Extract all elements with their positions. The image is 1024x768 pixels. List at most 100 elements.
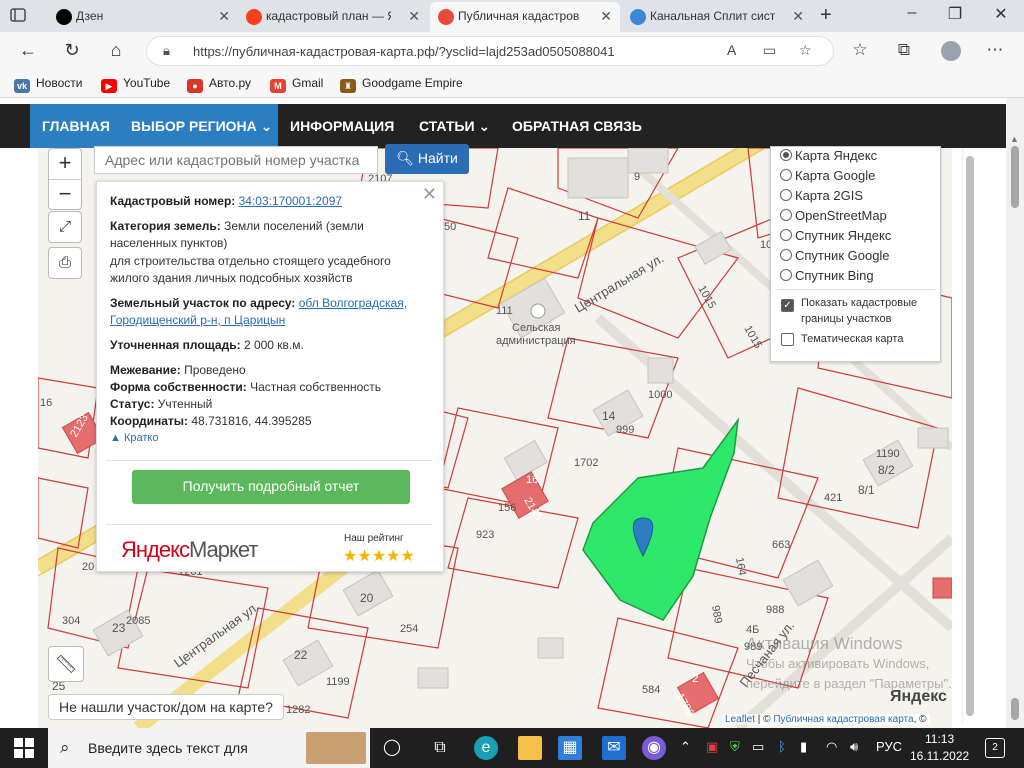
fullscreen-icon[interactable]: ⤢ (48, 211, 82, 243)
input-language[interactable]: РУС (876, 739, 902, 754)
svg-text:1000: 1000 (648, 389, 672, 401)
back-icon[interactable]: ← (16, 40, 40, 61)
security-icon[interactable]: ⛨ (730, 739, 740, 755)
layer-osm[interactable]: OpenStreetMap (780, 208, 887, 223)
tab-cadastral-map[interactable]: Публичная кадастров ✕ (430, 2, 620, 32)
cadastral-borders-label[interactable]: Показать кадастровые границы участков (801, 295, 936, 327)
radio-icon[interactable] (780, 229, 792, 241)
mail-icon[interactable]: ✉ (602, 736, 626, 760)
nav-info[interactable]: ИНФОРМАЦИЯ (290, 118, 394, 134)
close-tab-icon[interactable]: ✕ (600, 2, 612, 30)
tray-chevron-icon[interactable]: ⌃ (680, 739, 691, 755)
minimize-icon[interactable]: – (897, 4, 927, 22)
taskbar-search[interactable]: ⌕ Введите здесь текст для (48, 728, 370, 768)
layer-google-satellite[interactable]: Спутник Google (780, 248, 890, 263)
checkbox-checked-icon[interactable]: ✓ (781, 299, 794, 312)
zoom-in-button[interactable]: + (49, 149, 81, 179)
tab-yandex-search[interactable]: кадастровый план — Я ✕ (238, 2, 428, 32)
favorites-icon[interactable]: ☆ (849, 40, 871, 60)
thematic-map-label[interactable]: Тематическая карта (801, 331, 936, 347)
attribution-site-link[interactable]: Публичная кадастровая карта (773, 714, 913, 725)
collections-icon[interactable]: ⧉ (893, 40, 915, 60)
volume-icon[interactable]: 🔊︎ (850, 739, 858, 755)
layer-yandex-map[interactable]: Карта Яндекс (780, 148, 877, 163)
leaflet-link[interactable]: Leaflet (725, 714, 755, 725)
search-input[interactable] (105, 152, 367, 168)
layer-bing-satellite[interactable]: Спутник Bing (780, 268, 874, 283)
not-found-button[interactable]: Не нашли участок/дом на карте? (48, 694, 284, 720)
close-tab-icon[interactable]: ✕ (792, 2, 804, 30)
yandex-map-logo: Яндекс (890, 688, 947, 705)
radio-selected-icon[interactable] (780, 149, 792, 161)
store-icon[interactable]: ▦ (558, 736, 582, 760)
bookmark-goodgame[interactable]: ♜ Goodgame Empire (340, 76, 463, 93)
task-view-icon[interactable]: ⧉ (428, 736, 452, 760)
bookmark-gmail[interactable]: M Gmail (270, 76, 323, 93)
radio-icon[interactable] (780, 189, 792, 201)
radio-icon[interactable] (780, 169, 792, 181)
bookmark-news[interactable]: vk Новости (14, 76, 82, 93)
address-bar[interactable]: 🔒︎ https://публичная-кадастровая-карта.р… (146, 36, 834, 66)
nav-region[interactable]: ВЫБОР РЕГИОНА ⌄ (131, 118, 272, 135)
zoom-out-button[interactable]: − (49, 179, 81, 209)
tab-actions-icon[interactable] (10, 7, 26, 23)
windows-start-icon[interactable] (14, 738, 34, 758)
print-icon[interactable]: ⎙ (48, 247, 82, 279)
radio-icon[interactable] (780, 249, 792, 261)
svg-text:8/2: 8/2 (878, 463, 895, 477)
file-explorer-icon[interactable] (518, 736, 542, 760)
tab-split-system[interactable]: Канальная Сплит систе ✕ (622, 2, 812, 32)
cortana-icon[interactable]: ◯ (380, 736, 404, 760)
ruler-icon[interactable]: 📏︎ (48, 646, 84, 682)
notifications-icon[interactable]: 2 (985, 738, 1005, 758)
close-tab-icon[interactable]: ✕ (218, 2, 230, 30)
map-scrollbar-thumb[interactable] (966, 156, 974, 716)
layer-yandex-satellite[interactable]: Спутник Яндекс (780, 228, 891, 243)
land-category-row: Категория земель: Земли поселений (земли… (110, 219, 364, 250)
coordinates-row: Координаты: 48.731816, 44.395285 (110, 414, 312, 428)
bookmark-autoru[interactable]: ● Авто.ру (187, 76, 251, 93)
radio-icon[interactable] (780, 209, 792, 221)
game-app-icon[interactable]: ◉ (642, 736, 666, 760)
cadastral-number-link[interactable]: 34:03:170001:2097 (239, 194, 342, 208)
edge-icon[interactable]: e (474, 736, 498, 760)
read-aloud-icon[interactable]: A (727, 42, 736, 58)
map-scrollbar[interactable] (962, 148, 976, 723)
nav-feedback[interactable]: ОБРАТНАЯ СВЯЗЬ (512, 118, 642, 134)
taskbar-clock[interactable]: 11:13 16.11.2022 (910, 731, 969, 765)
tray-app-icon[interactable]: ▣ (706, 739, 718, 755)
home-icon[interactable]: ⌂ (104, 40, 128, 61)
page-scrollbar-thumb-lower[interactable] (1011, 698, 1019, 720)
scroll-up-icon[interactable]: ▲ (1010, 134, 1019, 144)
close-window-icon[interactable]: ✕ (986, 4, 1016, 24)
get-report-button[interactable]: Получить подробный отчет (132, 470, 410, 504)
address-url[interactable]: https://публичная-кадастровая-карта.рф/?… (193, 44, 615, 59)
add-favorite-icon[interactable]: ☆ (799, 42, 812, 59)
page-scrollbar[interactable]: ▲ (1006, 98, 1024, 728)
tab-dzen[interactable]: Дзен ✕ (48, 2, 238, 32)
nav-articles[interactable]: СТАТЬИ ⌄ (419, 118, 490, 135)
refresh-icon[interactable]: ↻ (60, 40, 84, 61)
battery-icon[interactable]: ▮ (800, 739, 807, 755)
app-available-icon[interactable]: ▭ (763, 42, 776, 59)
collapse-toggle[interactable]: ▲ Кратко (110, 432, 158, 444)
yandex-market-logo[interactable]: ЯндексМаркет (121, 537, 258, 563)
restore-icon[interactable]: ❐ (940, 4, 970, 24)
wifi-icon[interactable]: ◠ (826, 739, 837, 755)
bookmark-youtube[interactable]: ▶ YouTube (101, 76, 170, 93)
nav-main[interactable]: ГЛАВНАЯ (42, 118, 110, 134)
gmail-icon: M (270, 79, 286, 93)
page-scrollbar-thumb[interactable] (1011, 146, 1019, 208)
tray-device-icon[interactable]: ▭ (752, 739, 764, 755)
checkbox-icon[interactable] (781, 333, 794, 346)
radio-icon[interactable] (780, 269, 792, 281)
find-button[interactable]: 🔍︎ Найти (385, 144, 469, 174)
layer-2gis-map[interactable]: Карта 2GIS (780, 188, 863, 203)
lock-icon[interactable]: 🔒︎ (163, 43, 170, 59)
new-tab-icon[interactable]: + (820, 4, 832, 27)
close-tab-icon[interactable]: ✕ (408, 2, 420, 30)
layer-google-map[interactable]: Карта Google (780, 168, 875, 183)
bluetooth-icon[interactable]: ᛒ (778, 739, 786, 754)
more-icon[interactable]: ⋯ (984, 40, 1006, 60)
profile-avatar[interactable] (941, 41, 961, 61)
